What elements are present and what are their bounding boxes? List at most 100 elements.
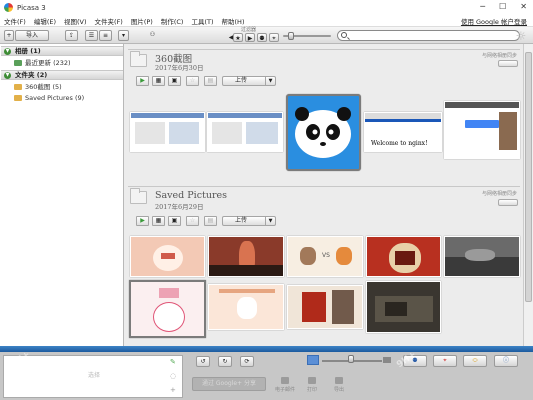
collapse-icon[interactable]: ▼ [4, 48, 11, 55]
collage-button[interactable]: ▦ [152, 216, 165, 226]
photo-thumbnail-pink-pig-text[interactable] [129, 280, 206, 338]
photo-thumbnail-dark-landscape[interactable] [366, 281, 441, 333]
sync-note: 与网络相册同步 [482, 53, 518, 59]
play-slideshow-button[interactable]: ▶ [136, 216, 149, 226]
geotag-icon[interactable]: ⌖ [433, 355, 457, 367]
pin-icon[interactable]: ✎ [170, 358, 178, 366]
save-disk-button[interactable]: ▤ [204, 76, 217, 86]
zoom-slider-handle[interactable] [348, 355, 354, 363]
sidebar-item-label: 最近更新 (232) [25, 59, 71, 67]
thumb-content [332, 290, 354, 324]
photo-thumbnail-cartoon-pink[interactable] [130, 236, 205, 277]
people-filter-icon[interactable]: ⚉ [257, 33, 267, 42]
people-icon[interactable]: ⚉ [403, 355, 427, 367]
sync-toggle[interactable] [498, 199, 518, 206]
sidebar-group-albums[interactable]: ▼ 相册 (1) [1, 46, 123, 56]
photo-thumbnail-red-comic-panel[interactable] [287, 285, 363, 329]
thumb-content [246, 122, 278, 144]
chevron-down-icon[interactable]: ▼ [265, 217, 275, 225]
photo-thumbnail-cat-cartoon-pattern[interactable] [208, 284, 284, 330]
photo-thumbnail-cat-on-wall[interactable] [444, 236, 520, 277]
menu-tools[interactable]: 工具(T) [191, 16, 213, 26]
add-icon[interactable]: + [170, 386, 178, 394]
upload-share-button[interactable]: 上传 ▼ [222, 216, 276, 226]
info-icon[interactable]: ⓘ [494, 355, 518, 367]
photo-thumbnail-screenshot-browser-1[interactable] [130, 112, 205, 152]
sync-toggle[interactable] [498, 60, 518, 67]
thumb-content [300, 247, 316, 265]
dropdown-chevron-icon[interactable]: ▾ [118, 30, 129, 41]
person-add-icon[interactable]: ⚇ [146, 30, 159, 41]
photo-thumbnail-red-couple-art[interactable] [366, 236, 441, 277]
rotate-left-icon[interactable]: ↺ [196, 356, 210, 367]
menu-edit[interactable]: 编辑(E) [34, 16, 56, 26]
view-list-icon[interactable]: ☰ [85, 30, 98, 41]
export-button[interactable]: 导出 [326, 377, 352, 397]
maximize-button[interactable]: ☐ [499, 2, 506, 11]
star-button[interactable]: ☆ [186, 216, 199, 226]
menu-create[interactable]: 制作(C) [161, 16, 184, 26]
photo-thumbnail-panda-logo[interactable] [286, 94, 361, 171]
minimize-button[interactable]: ─ [480, 2, 485, 11]
sidebar-group-albums-label: 相册 (1) [15, 47, 41, 55]
upload-share-label: 上传 [235, 77, 248, 84]
menu-view[interactable]: 视图(V) [64, 16, 87, 26]
add-folder-button[interactable]: + [4, 30, 14, 41]
collage-button[interactable]: ▦ [152, 76, 165, 86]
window-title: Picasa 3 [17, 3, 46, 12]
photo-thumbnail-screenshot-browser-2[interactable] [207, 112, 283, 152]
import-button[interactable]: 导入 [15, 30, 49, 41]
clear-icon[interactable]: ◌ [170, 372, 178, 380]
section-title[interactable]: Saved Pictures [155, 190, 227, 201]
rotate-right-icon[interactable]: ↻ [218, 356, 232, 367]
photo-thumbnail-welcome-to-nginx[interactable]: Welcome to nginx! [364, 112, 442, 152]
nginx-welcome-text: Welcome to nginx! [371, 140, 428, 147]
rotate-alt-icon[interactable]: ⟳ [240, 356, 254, 367]
upload-icon[interactable]: ⇪ [65, 30, 78, 41]
thumb-content [302, 292, 326, 322]
tag-icon[interactable]: ⬭ [463, 355, 487, 367]
sidebar-group-folders[interactable]: ▼ 文件夹 (2) [1, 70, 123, 80]
menu-help[interactable]: 帮助(H) [222, 16, 245, 26]
star-filter-icon[interactable]: ★ [233, 33, 243, 42]
main-scrollbar[interactable] [523, 44, 533, 346]
view-tree-icon[interactable]: ≡ [99, 30, 112, 41]
sidebar-item-saved-pictures[interactable]: Saved Pictures (9) [14, 93, 84, 103]
sidebar: ▼ 相册 (1) 最近更新 (232) ▼ 文件夹 (2) 360截图 (5) … [0, 44, 124, 346]
thumb-titlebar [208, 113, 282, 118]
folder-icon [14, 95, 22, 101]
album-icon [14, 60, 22, 66]
menu-picture[interactable]: 图片(P) [131, 16, 153, 26]
play-slideshow-button[interactable]: ▶ [136, 76, 149, 86]
movie-button[interactable]: ▣ [168, 216, 181, 226]
sidebar-group-folders-label: 文件夹 (2) [15, 71, 48, 79]
menu-file[interactable]: 文件(F) [4, 16, 26, 26]
close-button[interactable]: ✕ [520, 2, 527, 11]
share-google-plus-button[interactable]: 通过 Google+ 分享 [192, 377, 266, 391]
thumb-content [465, 249, 495, 261]
scrollbar-thumb[interactable] [525, 52, 532, 302]
thumb-content [395, 251, 415, 265]
star-button[interactable]: ☆ [186, 76, 199, 86]
title-bar: Picasa 3 ─ ☐ ✕ [0, 0, 533, 15]
photo-thumbnail-mannequin-red[interactable] [208, 236, 284, 277]
video-filter-icon[interactable]: ▶ [245, 33, 255, 42]
menu-folder[interactable]: 文件夹(F) [95, 16, 123, 26]
sidebar-item-360-screenshots[interactable]: 360截图 (5) [14, 82, 62, 92]
geo-filter-icon[interactable]: ⌖ [269, 33, 279, 42]
filter-slider-handle[interactable] [288, 32, 294, 40]
thumb-content: VS [322, 252, 330, 259]
save-disk-button[interactable]: ▤ [204, 216, 217, 226]
sidebar-item-recent[interactable]: 最近更新 (232) [14, 58, 71, 68]
search-input[interactable] [337, 30, 520, 41]
sun-icon[interactable]: ☼ [514, 29, 528, 43]
photo-thumbnail-cat-vs-dog[interactable]: VS [287, 236, 363, 277]
chevron-down-icon[interactable]: ▼ [265, 77, 275, 85]
email-button[interactable]: 电子邮件 [272, 377, 298, 397]
print-button[interactable]: 打印 [299, 377, 325, 397]
google-signin-link[interactable]: 使用 Google 帐户登录 [461, 16, 527, 26]
collapse-icon[interactable]: ▼ [4, 72, 11, 79]
photo-thumbnail-google-search-page[interactable] [444, 101, 520, 159]
upload-share-button[interactable]: 上传 ▼ [222, 76, 276, 86]
movie-button[interactable]: ▣ [168, 76, 181, 86]
